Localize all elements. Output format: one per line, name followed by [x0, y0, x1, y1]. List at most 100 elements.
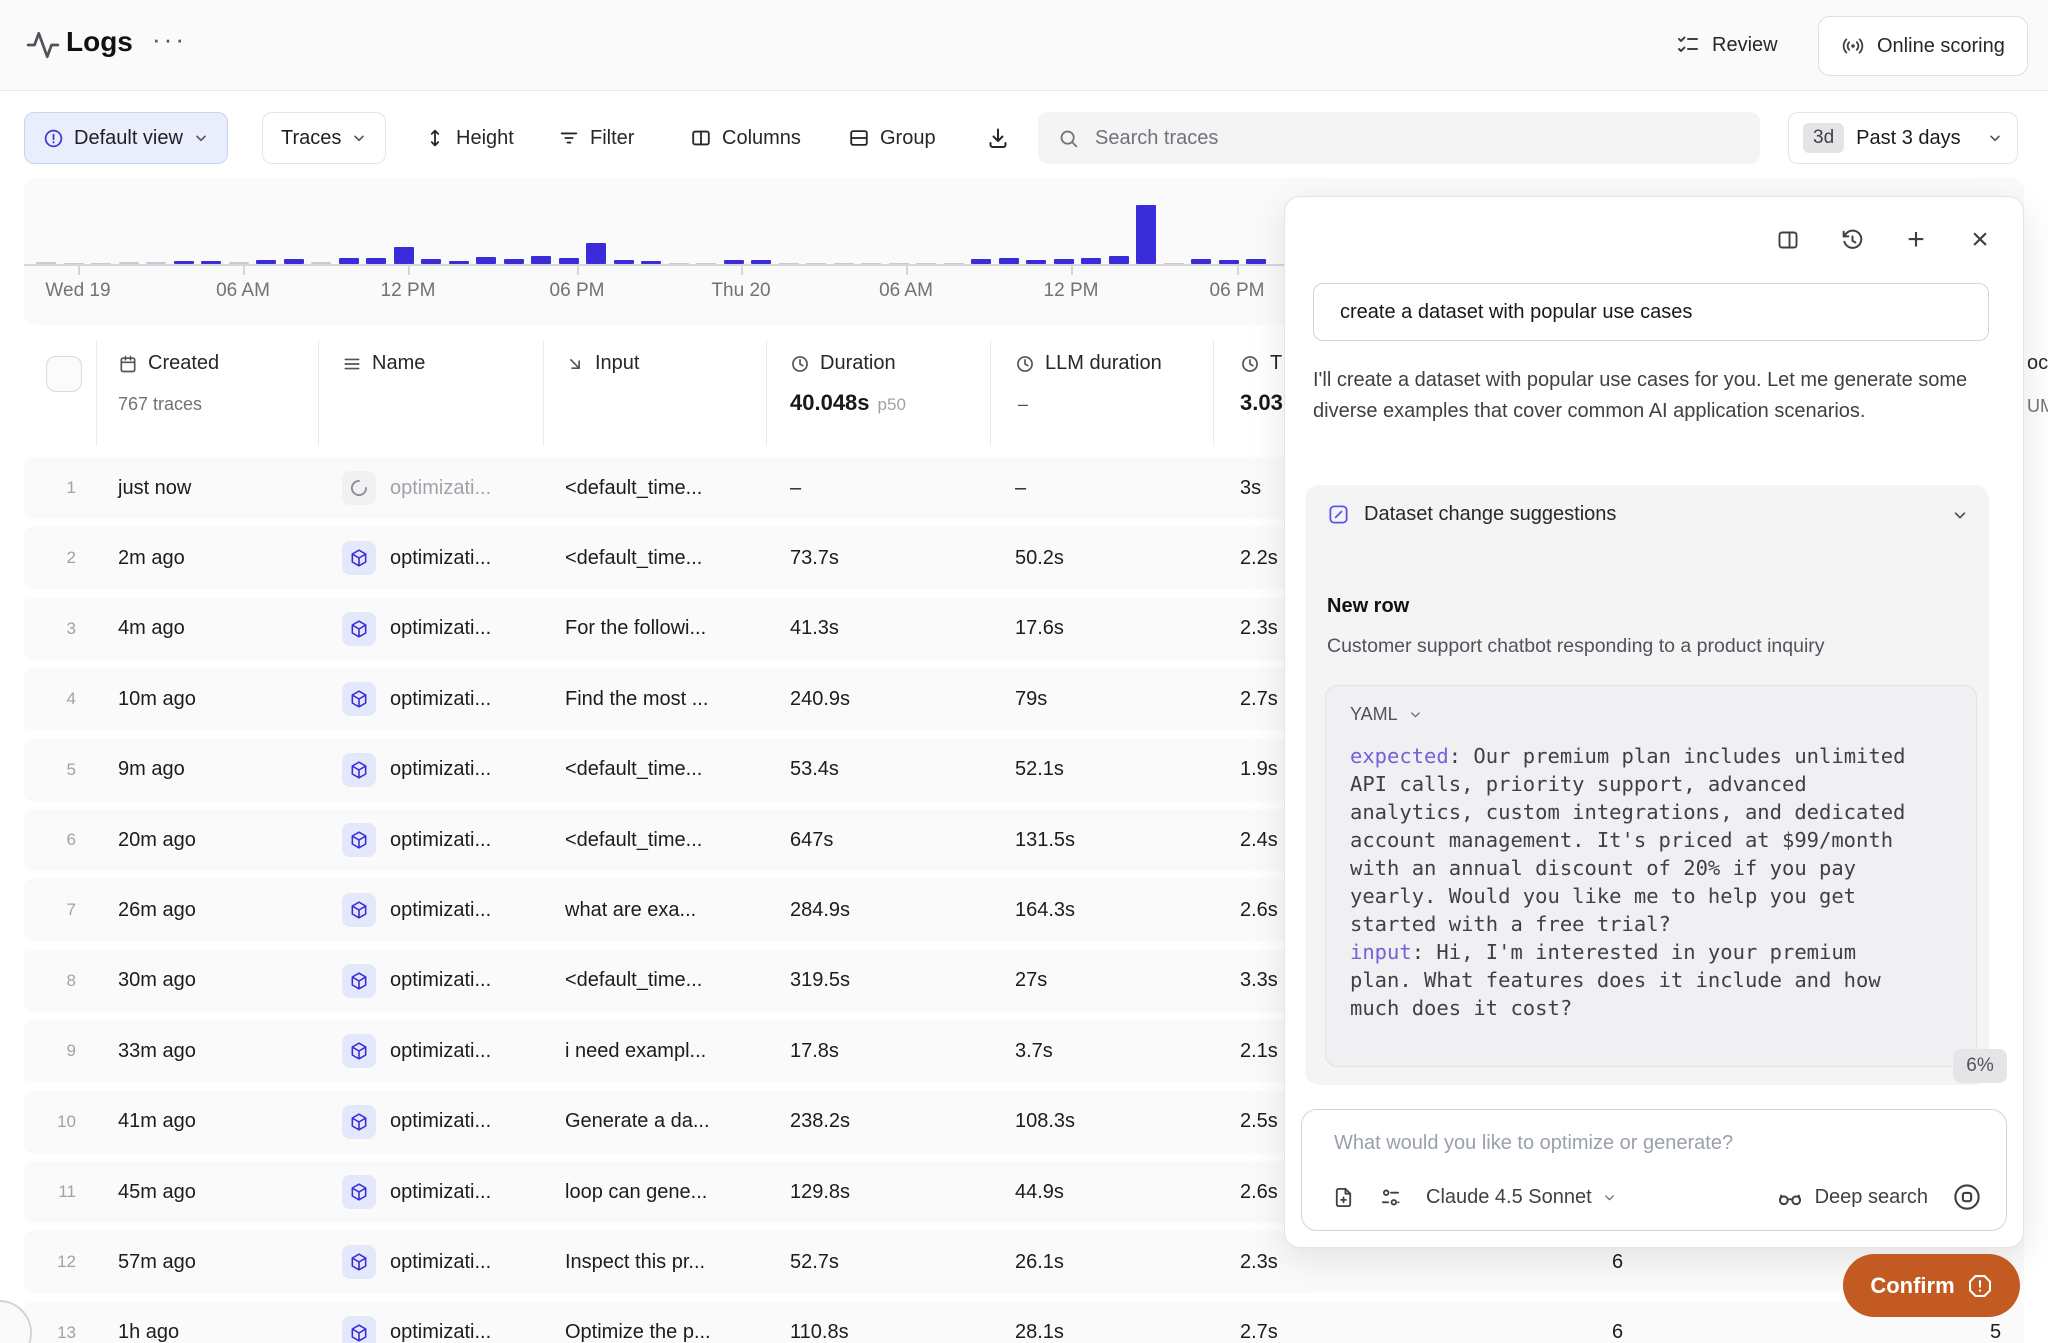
- yaml-format-select[interactable]: YAML: [1350, 704, 1423, 725]
- export-download-button[interactable]: [986, 112, 1010, 164]
- histogram-bar[interactable]: [696, 263, 716, 264]
- histogram-bar[interactable]: [36, 262, 56, 264]
- name-cell: optimizati...: [390, 668, 491, 730]
- histogram-bar[interactable]: [751, 260, 771, 264]
- histogram-bar[interactable]: [146, 262, 166, 264]
- default-view-select[interactable]: Default view: [24, 112, 228, 164]
- input-cell: <default_time...: [565, 950, 702, 1012]
- histogram-bar[interactable]: [916, 263, 936, 264]
- histogram-bar[interactable]: [1081, 258, 1101, 264]
- model-settings-icon[interactable]: [1379, 1186, 1402, 1209]
- column-header-llm-duration[interactable]: LLM duration: [1015, 352, 1162, 375]
- histogram-bar[interactable]: [1026, 260, 1046, 264]
- user-prompt-input[interactable]: [1338, 300, 1962, 325]
- histogram-bar[interactable]: [1246, 259, 1266, 264]
- histogram-bar[interactable]: [669, 263, 689, 264]
- created-cell: 41m ago: [118, 1091, 196, 1153]
- time-range-select[interactable]: 3d Past 3 days: [1788, 112, 2018, 164]
- filter-button[interactable]: Filter: [558, 112, 634, 164]
- name-cell: optimizati...: [390, 457, 491, 519]
- histogram-bar[interactable]: [889, 263, 909, 264]
- histogram-bar[interactable]: [559, 258, 579, 264]
- column-header-duration[interactable]: Duration: [790, 352, 896, 375]
- search-traces-box[interactable]: [1038, 112, 1760, 164]
- column-divider: [766, 340, 767, 446]
- histogram-bar[interactable]: [174, 261, 194, 264]
- histogram-bar[interactable]: [229, 262, 249, 264]
- online-scoring-button[interactable]: Online scoring: [1818, 16, 2028, 76]
- histogram-bar[interactable]: [1136, 205, 1156, 264]
- search-traces-input[interactable]: [1093, 126, 1697, 151]
- column-header-input[interactable]: Input: [565, 352, 639, 375]
- llm-duration-cell: 79s: [1015, 668, 1047, 730]
- history-icon[interactable]: [1839, 227, 1865, 253]
- name-cell: optimizati...: [390, 1020, 491, 1082]
- histogram-bar[interactable]: [641, 261, 661, 264]
- ttft-agg: 3.03: [1240, 390, 1283, 416]
- rows-icon: [848, 127, 870, 149]
- histogram-bar[interactable]: [394, 247, 414, 264]
- histogram-bar[interactable]: [614, 260, 634, 264]
- clock-icon: [1240, 354, 1260, 374]
- histogram-bar[interactable]: [504, 259, 524, 264]
- column-header-name[interactable]: Name: [342, 352, 425, 375]
- histogram-bar[interactable]: [999, 258, 1019, 264]
- histogram-bar[interactable]: [119, 262, 139, 264]
- histogram-bar[interactable]: [366, 258, 386, 264]
- histogram-bar[interactable]: [1054, 259, 1074, 264]
- duration-cell: 52.7s: [790, 1231, 839, 1293]
- histogram-bar[interactable]: [201, 261, 221, 264]
- height-button[interactable]: Height: [424, 112, 514, 164]
- close-icon[interactable]: ×: [1967, 227, 1993, 253]
- histogram-bar[interactable]: [971, 259, 991, 264]
- histogram-bar[interactable]: [586, 243, 606, 264]
- user-prompt-box[interactable]: [1313, 283, 1989, 341]
- histogram-bar[interactable]: [421, 259, 441, 264]
- name-cell: optimizati...: [390, 1231, 491, 1293]
- histogram-bar[interactable]: [724, 260, 744, 264]
- dataset-suggestions-header[interactable]: Dataset change suggestions: [1327, 503, 1969, 526]
- histogram-bar[interactable]: [806, 263, 826, 264]
- chevron-down-icon: [193, 130, 209, 146]
- histogram-bar[interactable]: [1109, 256, 1129, 264]
- new-chat-plus-icon[interactable]: +: [1903, 227, 1929, 253]
- model-select[interactable]: Claude 4.5 Sonnet: [1426, 1186, 1617, 1209]
- histogram-bar[interactable]: [944, 263, 964, 264]
- attach-file-icon[interactable]: [1332, 1186, 1355, 1209]
- deep-search-toggle[interactable]: Deep search: [1777, 1184, 1928, 1210]
- columns-button[interactable]: Columns: [690, 112, 801, 164]
- select-all-checkbox[interactable]: [46, 356, 82, 392]
- composer-placeholder[interactable]: What would you like to optimize or gener…: [1334, 1132, 1733, 1155]
- histogram-bar[interactable]: [339, 258, 359, 264]
- histogram-bar[interactable]: [311, 262, 331, 264]
- chevron-down-icon[interactable]: [1951, 506, 1969, 524]
- histogram-bar[interactable]: [861, 263, 881, 264]
- column-header-ttft[interactable]: T: [1240, 352, 1282, 375]
- split-panel-icon[interactable]: [1775, 227, 1801, 253]
- group-button[interactable]: Group: [848, 112, 936, 164]
- histogram-bar[interactable]: [476, 257, 496, 264]
- histogram-bar[interactable]: [779, 263, 799, 264]
- histogram-bar[interactable]: [1164, 263, 1184, 264]
- row-number: 8: [32, 950, 76, 1012]
- stop-record-icon[interactable]: [1952, 1182, 1982, 1212]
- table-row[interactable]: 131h agooptimizati...Optimize the p...11…: [24, 1302, 2024, 1343]
- histogram-bar[interactable]: [449, 261, 469, 264]
- histogram-bar[interactable]: [284, 259, 304, 264]
- review-button[interactable]: Review: [1676, 22, 1778, 68]
- composer-box[interactable]: What would you like to optimize or gener…: [1301, 1109, 2007, 1231]
- more-menu-button[interactable]: ···: [152, 24, 187, 55]
- histogram-bar[interactable]: [91, 263, 111, 264]
- histogram-bar[interactable]: [1219, 260, 1239, 264]
- chevron-down-icon: [1602, 1190, 1617, 1205]
- octagon-alert-icon: [1967, 1273, 1993, 1299]
- llm-duration-cell: 131.5s: [1015, 809, 1075, 871]
- confirm-button[interactable]: Confirm: [1843, 1254, 2020, 1317]
- histogram-bar[interactable]: [1191, 259, 1211, 264]
- histogram-bar[interactable]: [64, 263, 84, 264]
- histogram-bar[interactable]: [834, 263, 854, 264]
- histogram-bar[interactable]: [256, 260, 276, 264]
- traces-select[interactable]: Traces: [262, 112, 386, 164]
- column-header-created[interactable]: Created: [118, 352, 219, 375]
- histogram-bar[interactable]: [531, 256, 551, 264]
